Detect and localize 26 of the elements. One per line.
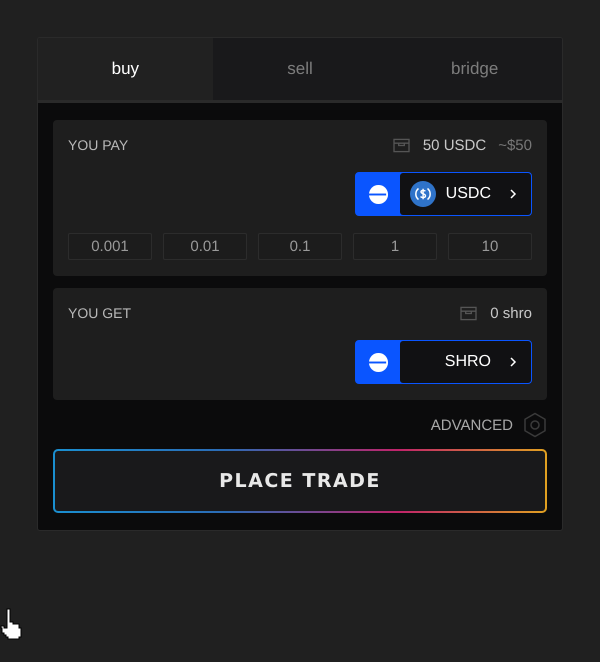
section-label: YOU GET (68, 305, 132, 321)
chevron-right-icon (509, 188, 517, 200)
section-label: YOU PAY (68, 137, 128, 153)
minus-circle-icon (368, 184, 388, 204)
amount-preset-button[interactable]: 0.01 (163, 233, 247, 260)
tab[interactable]: sell (212, 38, 388, 100)
hexagon-icon[interactable] (523, 412, 547, 438)
minus-circle-icon (368, 352, 388, 372)
amount-preset-button[interactable]: 0.001 (68, 233, 152, 260)
place-trade-button[interactable]: PLACE TRADE (53, 449, 547, 513)
amount-preset-button[interactable]: 0.1 (258, 233, 342, 260)
token-selector[interactable]: USDC (355, 172, 532, 216)
wallet-icon (460, 306, 478, 320)
usd-value: ~$50 (498, 136, 532, 154)
amount-preset-button[interactable]: 1 (353, 233, 437, 260)
token-selector[interactable]: SHRO (355, 340, 532, 384)
tab[interactable]: buy (38, 38, 213, 100)
advanced-toggle[interactable]: ADVANCED (430, 416, 513, 434)
tab[interactable]: bridge (387, 38, 562, 100)
balance-amount: 50 USDC (422, 136, 486, 154)
balance-amount: 0 shro (490, 304, 532, 322)
hand-cursor-icon (0, 608, 22, 640)
wallet-icon (392, 138, 410, 152)
amount-preset-button[interactable]: 10 (448, 233, 532, 260)
dollar-coin-icon (410, 181, 436, 207)
chevron-right-icon (509, 356, 517, 368)
